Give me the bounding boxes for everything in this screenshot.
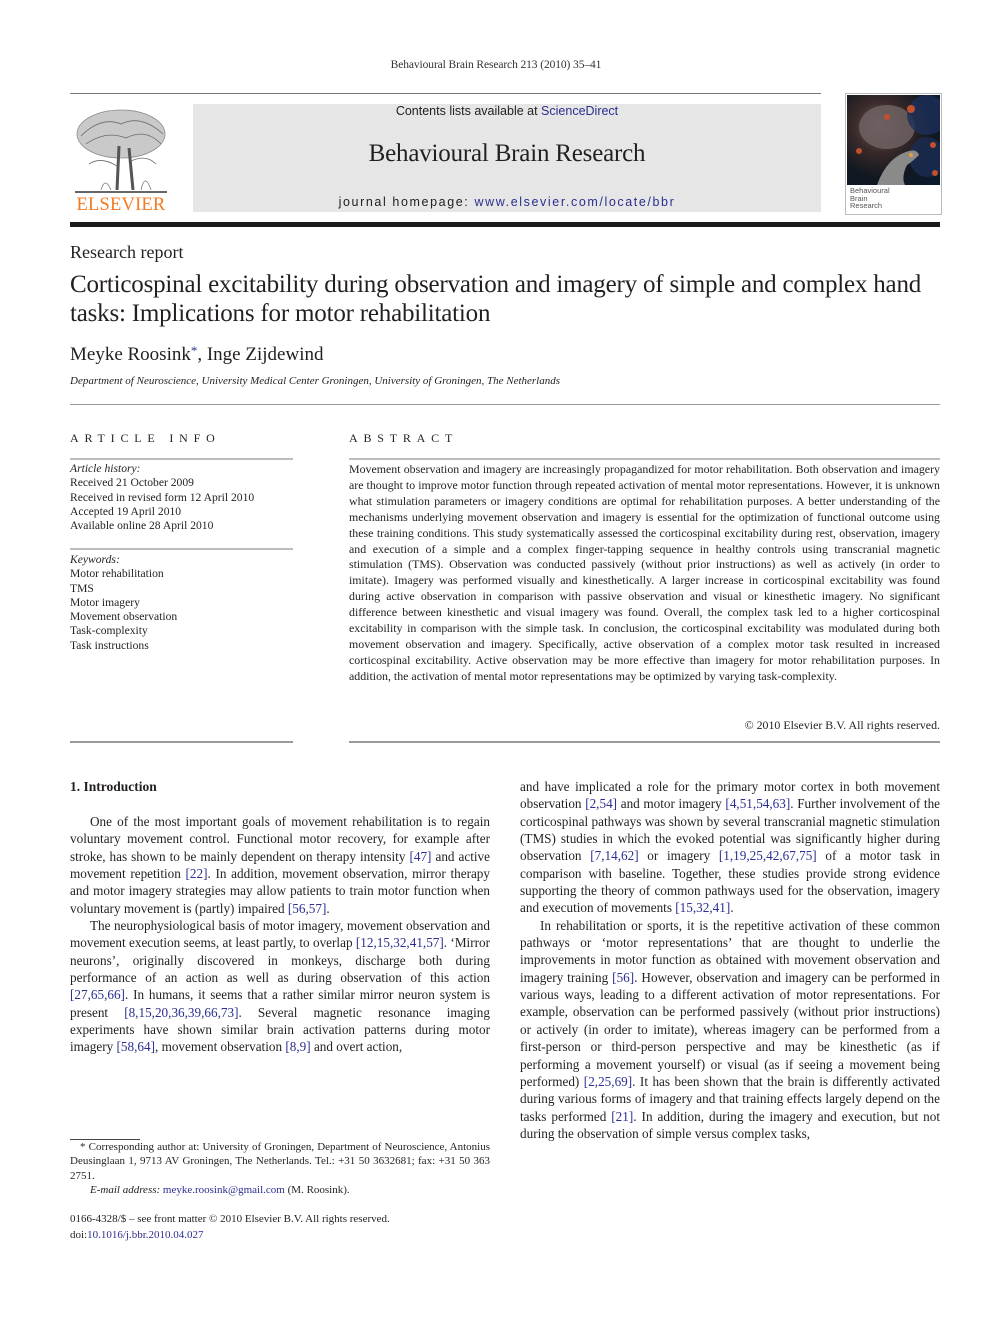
citation-link[interactable]: [56] — [612, 970, 634, 985]
author-name[interactable]: Inge Zijdewind — [207, 344, 324, 365]
body-column-right: and have implicated a role for the prima… — [520, 778, 940, 1142]
email-label: E-mail address: — [90, 1184, 161, 1197]
author-list: Meyke Roosink*, Inge Zijdewind — [70, 343, 323, 366]
paragraph-text: and overt action, — [310, 1039, 403, 1055]
paragraph-text: . — [326, 900, 330, 916]
citation-link[interactable]: [58,64] — [117, 1039, 155, 1054]
keyword: Task-complexity — [70, 624, 148, 638]
citation-link[interactable]: [12,15,32,41,57] — [356, 935, 444, 950]
citation-link[interactable]: [8,15,20,36,39,66,73] — [124, 1005, 238, 1020]
divider — [349, 741, 940, 743]
divider — [70, 548, 293, 550]
keyword: Motor rehabilitation — [70, 567, 164, 581]
article-history: Article history: Received 21 October 200… — [70, 462, 254, 533]
keywords-label: Keywords: — [70, 553, 120, 566]
citation-link[interactable]: [7,14,62] — [590, 848, 638, 863]
footnote: * Corresponding author at: University of… — [70, 1140, 490, 1198]
contents-availability: Contents lists available at ScienceDirec… — [193, 104, 821, 118]
elsevier-wordmark: ELSEVIER — [76, 195, 166, 215]
article-info-heading: ARTICLE INFO — [70, 431, 221, 445]
article-type: Research report — [70, 242, 184, 262]
journal-cover[interactable]: Behavioural Brain Research — [845, 93, 942, 215]
divider — [70, 458, 293, 460]
affiliation: Department of Neuroscience, University M… — [70, 375, 561, 387]
keyword: TMS — [70, 581, 94, 595]
history-item: Accepted 19 April 2010 — [70, 504, 182, 518]
front-matter: 0166-4328/$ – see front matter © 2010 El… — [70, 1212, 390, 1243]
sciencedirect-link[interactable]: ScienceDirect — [541, 104, 618, 118]
masthead-rule — [70, 222, 940, 227]
citation-link[interactable]: [56,57] — [288, 901, 326, 916]
doi-prefix: doi: — [70, 1228, 88, 1241]
corresponding-author-note: * Corresponding author at: University of… — [70, 1140, 490, 1183]
keyword: Movement observation — [70, 610, 178, 624]
citation-link[interactable]: [2,54] — [585, 796, 617, 811]
cover-title-line: Research — [850, 201, 883, 210]
email-line: E-mail address: meyke.roosink@gmail.com … — [70, 1183, 490, 1197]
journal-title: Behavioural Brain Research — [368, 140, 646, 167]
divider — [70, 741, 293, 743]
abstract-heading: ABSTRACT — [349, 431, 459, 445]
article-title: Corticospinal excitability during observ… — [70, 271, 922, 327]
citation-link[interactable]: [21] — [611, 1109, 633, 1124]
abstract-text: Movement observation and imagery are inc… — [349, 462, 940, 683]
doi-line: doi:10.1016/j.bbr.2010.04.027 — [70, 1228, 390, 1244]
doi-link[interactable]: 10.1016/j.bbr.2010.04.027 — [87, 1229, 203, 1241]
paragraph-text: , movement observation — [154, 1039, 286, 1055]
keywords: Keywords: Motor rehabilitation TMS Motor… — [70, 553, 177, 653]
keyword: Motor imagery — [70, 595, 140, 609]
history-item: Available online 28 April 2010 — [70, 519, 214, 533]
elsevier-tree-icon — [75, 109, 167, 193]
footnote-text: Corresponding author at: University of G… — [70, 1141, 491, 1182]
paragraph-text: and motor imagery — [617, 796, 726, 812]
homepage-link[interactable]: www.elsevier.com/locate/bbr — [474, 195, 675, 209]
paragraph: and have implicated a role for the prima… — [520, 778, 940, 917]
elsevier-logo[interactable]: ELSEVIER — [70, 104, 172, 216]
keyword: Task instructions — [70, 638, 149, 652]
paragraph-text: or imagery — [638, 848, 719, 864]
issn-line: 0166-4328/$ – see front matter © 2010 El… — [70, 1213, 390, 1225]
journal-banner: Contents lists available at ScienceDirec… — [193, 104, 821, 212]
citation-link[interactable]: [15,32,41] — [675, 900, 730, 915]
paragraph-text: . — [730, 900, 734, 916]
divider — [70, 404, 940, 405]
citation-link[interactable]: [22] — [186, 866, 208, 881]
author-separator: , — [197, 344, 207, 365]
history-label: Article history: — [70, 462, 141, 475]
running-head: Behavioural Brain Research 213 (2010) 35… — [390, 59, 602, 71]
paragraph-text: . However, observation and imagery can b… — [520, 969, 940, 1089]
footnote-mark: * — [80, 1141, 86, 1153]
cover-title: Behavioural Brain Research — [850, 187, 890, 210]
author-name[interactable]: Meyke Roosink — [70, 344, 191, 365]
divider — [349, 458, 940, 460]
paragraph: The neurophysiological basis of motor im… — [70, 917, 490, 1056]
email-suffix: (M. Roosink). — [284, 1184, 350, 1197]
history-item: Received in revised form 12 April 2010 — [70, 490, 255, 504]
header-rule — [70, 93, 821, 94]
citation-link[interactable]: [8,9] — [285, 1039, 310, 1054]
homepage-prefix: journal homepage: — [338, 195, 475, 209]
history-item: Received 21 October 2009 — [70, 476, 194, 490]
citation-link[interactable]: [1,19,25,42,67,75] — [719, 848, 817, 863]
section-heading: 1. Introduction — [70, 779, 157, 794]
body-column-left: One of the most important goals of movem… — [70, 813, 490, 1056]
paragraph: One of the most important goals of movem… — [70, 813, 490, 917]
abstract-copyright: © 2010 Elsevier B.V. All rights reserved… — [744, 718, 940, 732]
citation-link[interactable]: [47] — [409, 849, 431, 864]
paragraph: In rehabilitation or sports, it is the r… — [520, 917, 940, 1142]
contents-prefix: Contents lists available at — [395, 104, 542, 118]
citation-link[interactable]: [4,51,54,63] — [725, 796, 790, 811]
cover-image — [847, 95, 940, 185]
email-link[interactable]: meyke.roosink@gmail.com — [163, 1184, 285, 1196]
citation-link[interactable]: [2,25,69] — [584, 1074, 632, 1089]
journal-homepage: journal homepage: www.elsevier.com/locat… — [193, 195, 821, 209]
citation-link[interactable]: [27,65,66] — [70, 987, 125, 1002]
